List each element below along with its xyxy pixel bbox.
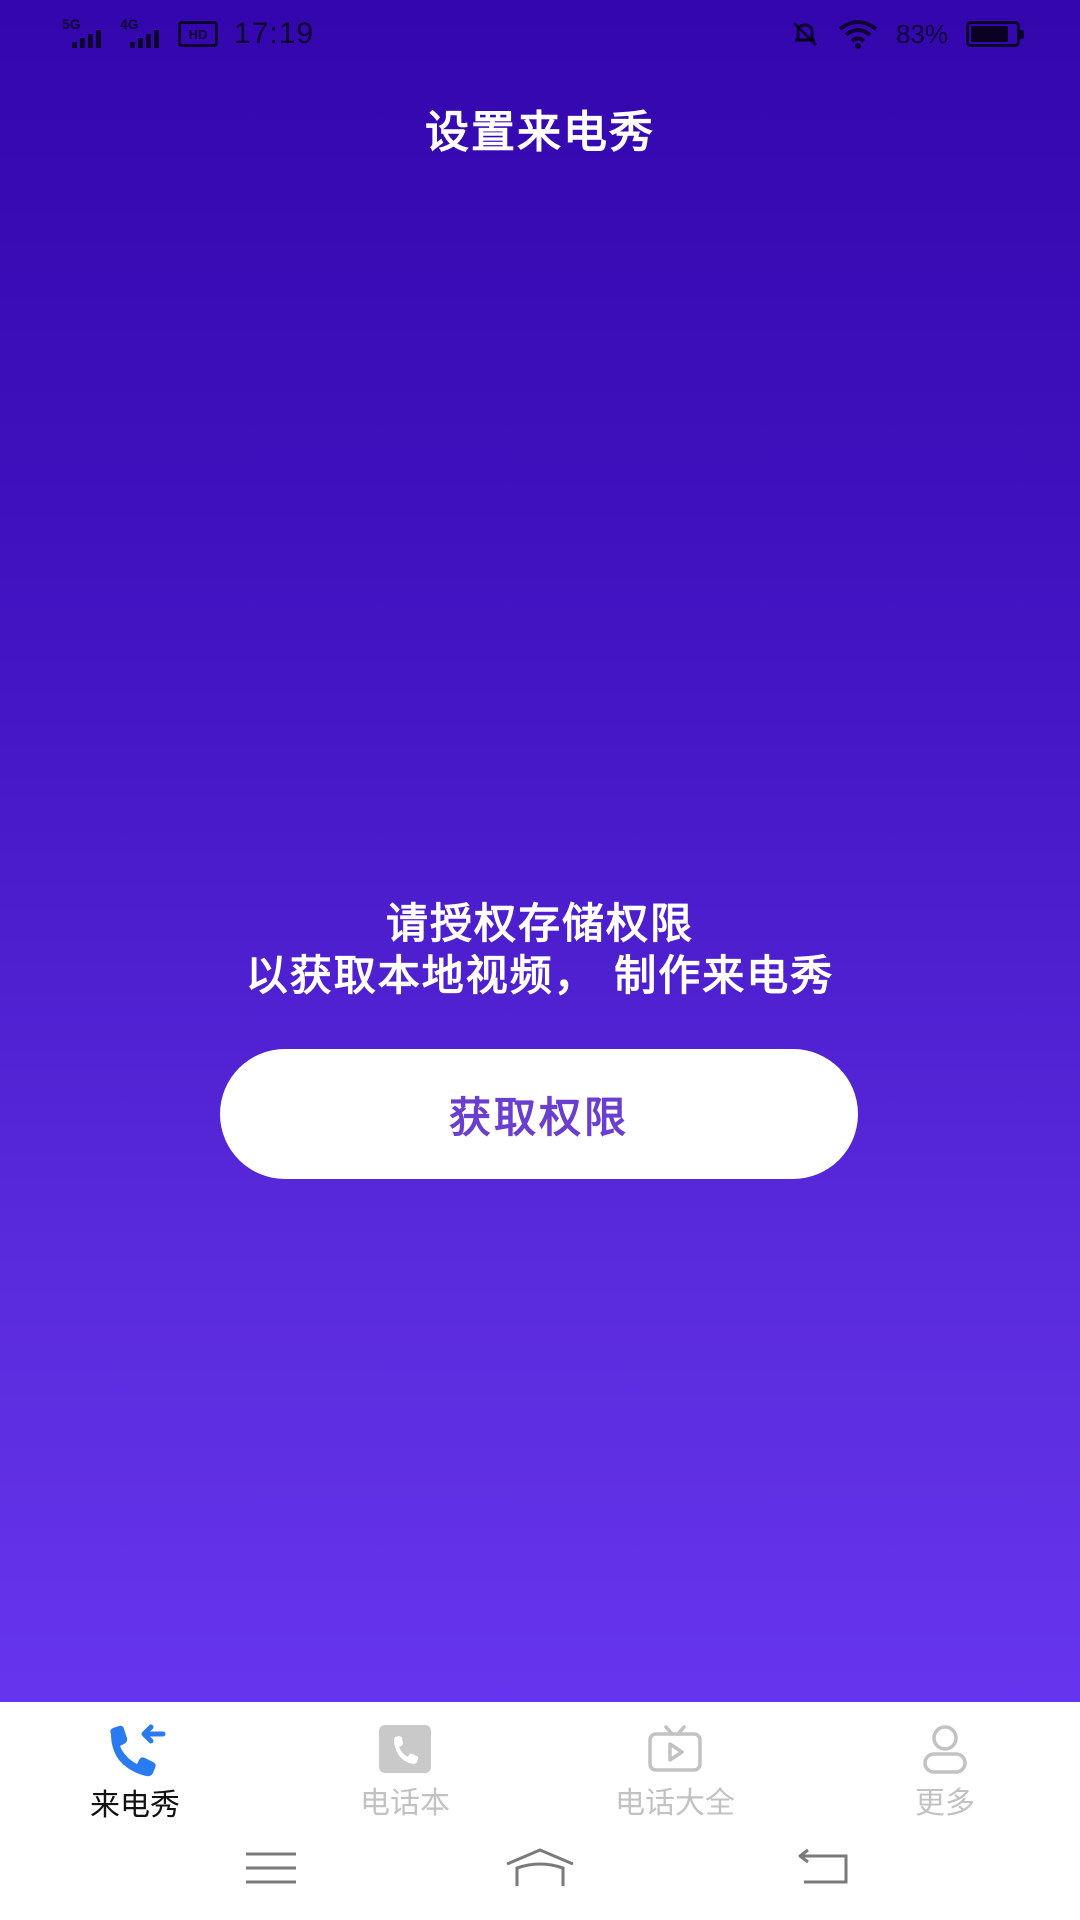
tab-bar: 来电秀 电话本 电话大全 更多 [0, 1702, 1080, 1823]
prompt-line-2: 以获取本地视频， 制作来电秀 [245, 951, 835, 1000]
status-time: 17:19 [234, 17, 315, 50]
page-title: 设置来电秀 [425, 107, 655, 158]
battery-fill [971, 26, 1008, 42]
notifications-off-icon [792, 21, 818, 47]
tab-label: 电话大全 [615, 1786, 735, 1821]
prompt-line-1: 请授权存储权限 [385, 899, 694, 948]
menu-icon [246, 1852, 296, 1884]
tab-more[interactable]: 更多 [810, 1702, 1080, 1822]
battery-icon [966, 21, 1024, 47]
phone-incoming-icon [100, 1722, 170, 1778]
home-icon [506, 1848, 574, 1886]
tab-label: 电话本 [360, 1786, 450, 1821]
status-right: 83% [790, 14, 1024, 54]
status-left: 5G 4G HD 17:19 [62, 14, 314, 54]
main-area: 5G 4G HD 17:19 83% 设置来电秀 请授权存储权限 以获取本地视频… [0, 0, 1080, 1702]
back-icon [798, 1848, 848, 1884]
signal-5g-icon: 5G [62, 16, 110, 52]
signal-4g-icon: 4G [120, 16, 168, 52]
wifi-icon [838, 20, 878, 49]
system-nav-bar [0, 1822, 1080, 1920]
home-button[interactable] [495, 1840, 585, 1896]
tab-phonebook[interactable]: 电话本 [270, 1702, 540, 1822]
back-button[interactable] [778, 1840, 868, 1896]
phonebook-icon [370, 1722, 440, 1776]
tab-caller-show[interactable]: 来电秀 [0, 1702, 270, 1823]
menu-button[interactable] [226, 1840, 316, 1896]
hd-badge: HD [178, 21, 218, 47]
tab-label: 更多 [915, 1786, 975, 1821]
status-bar: 5G 4G HD 17:19 83% [0, 0, 1080, 68]
tab-phone-directory[interactable]: 电话大全 [540, 1702, 810, 1822]
battery-percent: 83% [895, 18, 948, 49]
person-icon [910, 1722, 980, 1776]
tv-play-icon [640, 1722, 710, 1776]
grant-permission-button[interactable]: 获取权限 [220, 1049, 858, 1179]
tab-label: 来电秀 [90, 1788, 180, 1823]
permission-prompt: 请授权存储权限 以获取本地视频， 制作来电秀 [0, 898, 1080, 1002]
screen: 5G 4G HD 17:19 83% 设置来电秀 请授权存储权限 以获取本地视频… [0, 0, 1080, 1920]
